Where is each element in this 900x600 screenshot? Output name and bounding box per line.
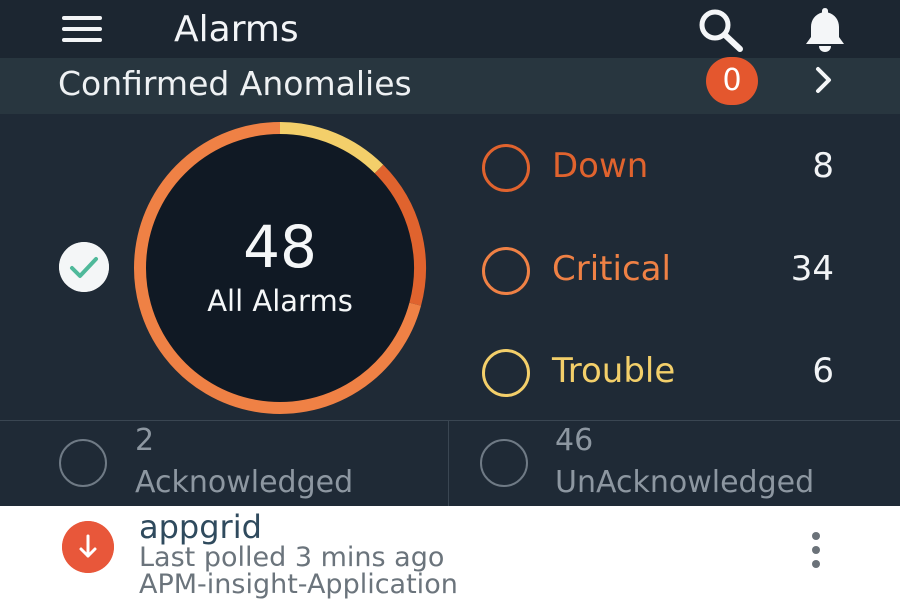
severity-down-row[interactable]: Down 8: [480, 140, 860, 196]
severity-down-label: Down: [552, 146, 649, 186]
app-bar: Alarms: [0, 0, 900, 58]
anomalies-count-badge: 0: [706, 57, 758, 105]
severity-trouble-radio[interactable]: [482, 349, 530, 397]
unacknowledged-label: UnAcknowledged: [555, 465, 815, 500]
severity-critical-radio[interactable]: [482, 247, 530, 295]
severity-critical-count: 34: [790, 249, 834, 289]
total-alarms-label: All Alarms: [207, 284, 353, 318]
severity-down-radio[interactable]: [482, 144, 530, 192]
alarm-monitor-type: APM-insight-Application: [139, 569, 458, 600]
severity-trouble-row[interactable]: Trouble 6: [480, 345, 860, 401]
severity-critical-label: Critical: [552, 249, 671, 289]
hamburger-menu-icon[interactable]: [62, 16, 102, 42]
severity-critical-row[interactable]: Critical 34: [480, 243, 860, 299]
total-alarms-count: 48: [243, 213, 317, 281]
check-icon[interactable]: [59, 242, 109, 292]
alarm-list: appgrid Last polled 3 mins ago APM-insig…: [0, 506, 900, 600]
unacknowledged-count: 46: [555, 423, 594, 458]
acknowledged-filter[interactable]: 2 Acknowledged: [0, 421, 448, 507]
bell-icon[interactable]: [800, 4, 850, 54]
severity-down-count: 8: [812, 146, 834, 186]
alarm-name: appgrid: [139, 508, 262, 546]
confirmed-anomalies-row[interactable]: Confirmed Anomalies: [0, 58, 900, 114]
arrow-down-icon: [62, 521, 114, 573]
page-title: Alarms: [174, 9, 299, 50]
severity-trouble-label: Trouble: [552, 351, 676, 391]
chevron-right-icon[interactable]: [808, 60, 840, 100]
acknowledged-radio[interactable]: [59, 439, 107, 487]
unacknowledged-radio[interactable]: [480, 439, 528, 487]
list-item[interactable]: appgrid Last polled 3 mins ago APM-insig…: [0, 506, 900, 600]
confirmed-anomalies-label: Confirmed Anomalies: [58, 64, 412, 103]
search-icon[interactable]: [694, 6, 746, 52]
severity-trouble-count: 6: [812, 351, 834, 391]
acknowledged-label: Acknowledged: [135, 465, 354, 500]
unacknowledged-filter[interactable]: 46 UnAcknowledged: [449, 421, 900, 507]
more-vertical-icon[interactable]: [800, 526, 832, 574]
acknowledged-count: 2: [135, 423, 155, 458]
acknowledgement-row: 2 Acknowledged 46 UnAcknowledged: [0, 420, 900, 507]
